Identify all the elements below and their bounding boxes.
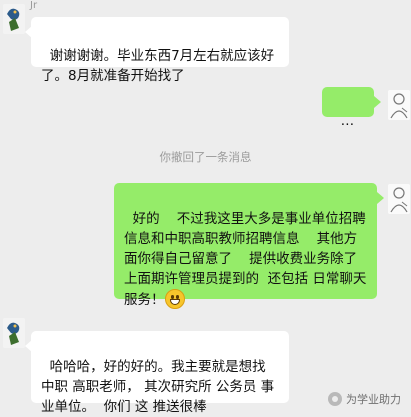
sender-name: Jr [30, 0, 38, 11]
message-text: … [340, 113, 355, 129]
bubble-tail [374, 96, 381, 108]
contact-avatar[interactable] [3, 4, 25, 34]
watermark: 为学业助力 [328, 391, 401, 407]
contact-avatar[interactable] [3, 318, 25, 348]
message-bubble-outgoing[interactable]: 好的 不过我这里大多是事业单位招聘信息和中职高职教师招聘信息 其他方面你得自己留… [114, 183, 377, 309]
message-text: 好的 不过我这里大多是事业单位招聘信息和中职高职教师招聘信息 其他方面你得自己留… [124, 211, 367, 308]
wechat-official-account-icon [328, 392, 342, 406]
watermark-text: 为学业助力 [346, 393, 401, 406]
my-avatar[interactable] [388, 90, 410, 120]
message-bubble-incoming[interactable]: 哈哈哈，好的好的。我主要就是想找 中职 高职老师， 其次研究所 公务员 事业单位… [31, 331, 289, 415]
message-bubble-outgoing[interactable]: … [322, 87, 374, 129]
bubble-tail [377, 192, 384, 204]
recall-notice: 你撤回了一条消息 [159, 150, 252, 164]
message-text: 哈哈哈，好的好的。我主要就是想找 中职 高职老师， 其次研究所 公务员 事业单位… [41, 359, 275, 415]
message-bubble-incoming[interactable]: 谢谢谢谢。毕业东西7月左右就应该好了。8月就准备开始找了 [31, 17, 289, 84]
message-text: 谢谢谢谢。毕业东西7月左右就应该好了。8月就准备开始找了 [41, 48, 275, 84]
my-avatar[interactable] [388, 184, 410, 214]
grinning-emoji-icon [164, 289, 185, 309]
